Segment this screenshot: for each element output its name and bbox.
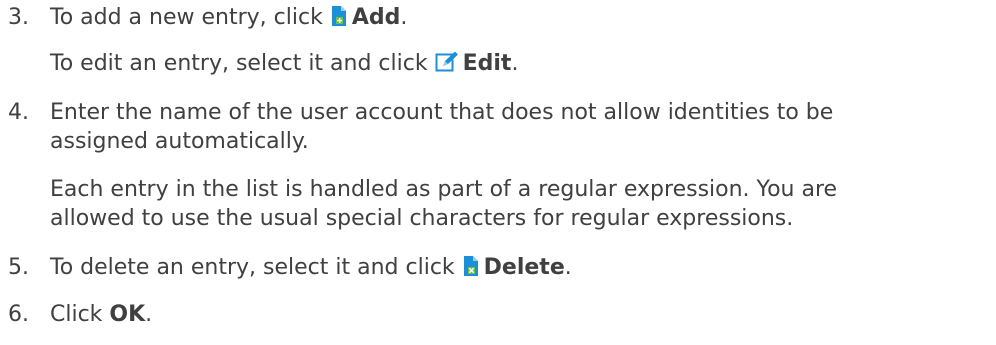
step-text: To edit an entry, select it and click	[50, 51, 435, 76]
step-number: 3.	[8, 5, 29, 30]
step-number: 4.	[8, 100, 29, 125]
add-icon	[330, 5, 348, 36]
step-text: Click	[50, 302, 110, 327]
step-text: allowed to use the usual special charact…	[50, 206, 794, 231]
step-text: To add a new entry, click	[50, 5, 330, 30]
delete-button-label: Delete	[483, 255, 565, 280]
step-text: assigned automatically.	[50, 129, 309, 154]
document: 3. To add a new entry, click Add. To edi…	[0, 0, 996, 345]
add-button-label: Add	[351, 5, 401, 30]
edit-icon	[435, 51, 459, 82]
step-text: .	[564, 255, 572, 280]
step-number: 5.	[8, 255, 29, 280]
delete-icon	[462, 255, 480, 286]
step-text: .	[400, 5, 408, 30]
edit-button-label: Edit	[462, 51, 512, 76]
step-3-line-1: To add a new entry, click Add.	[50, 3, 407, 36]
step-text: To delete an entry, select it and click	[50, 255, 462, 280]
step-number: 6.	[8, 302, 29, 327]
step-text: Each entry in the list is handled as par…	[50, 177, 838, 202]
ok-button-label: OK	[109, 302, 146, 327]
step-text: .	[511, 51, 519, 76]
step-text: .	[145, 302, 153, 327]
step-text: Enter the name of the user account that …	[50, 100, 834, 125]
